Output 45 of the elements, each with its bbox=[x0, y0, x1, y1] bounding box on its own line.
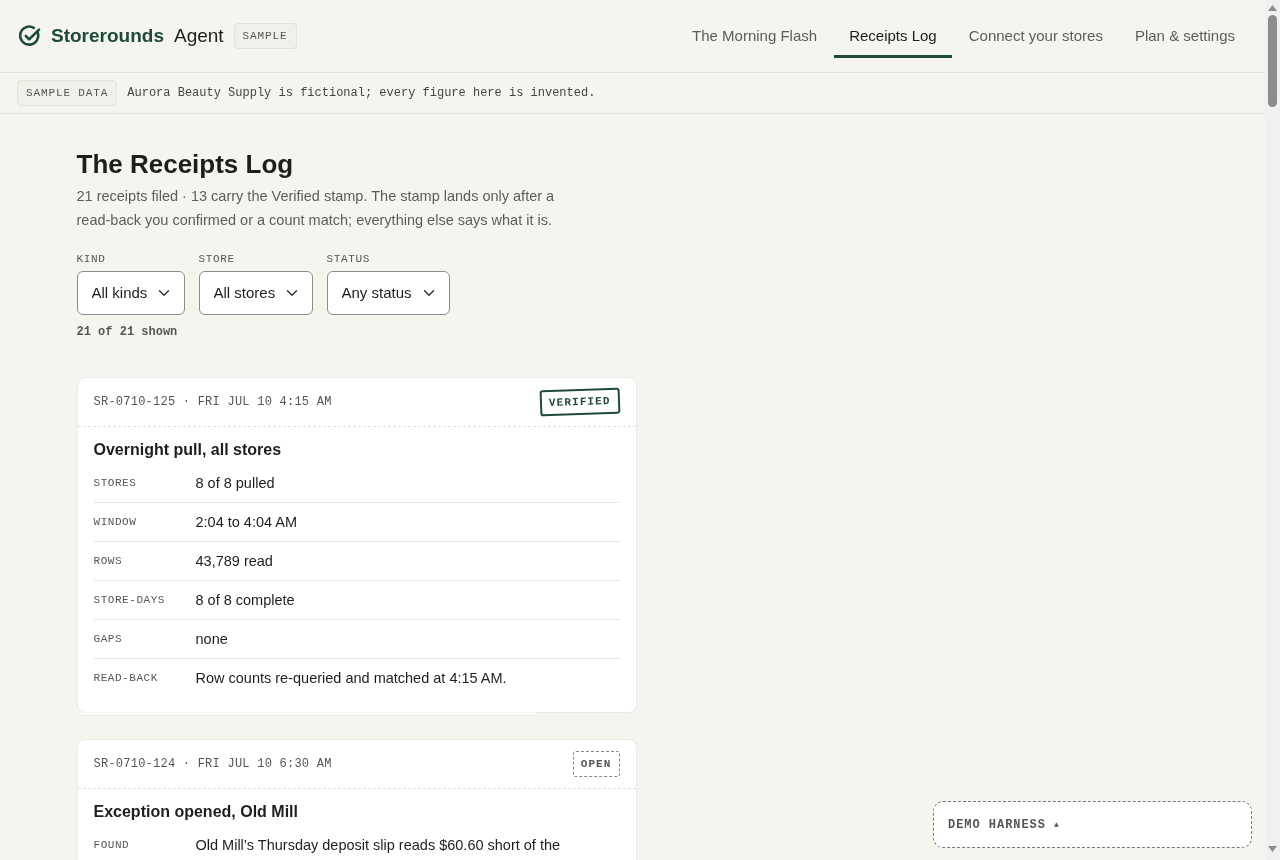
receipt-title: Overnight pull, all stores bbox=[93, 440, 283, 460]
field-value: 8 of 8 pulled bbox=[195, 473, 275, 493]
field-value: 43,789 read bbox=[195, 551, 273, 571]
field-label: GAPS bbox=[93, 631, 124, 647]
field-label: WINDOW bbox=[93, 514, 138, 530]
filter-dropdown[interactable]: All kinds bbox=[76, 271, 185, 315]
page-subtitle: 21 receipts filed · 13 carry the Verified stamp. The stamp lands only after a read-back you confirmed or a count match; everything else says what it is. bbox=[76, 187, 556, 230]
field-value: 8 of 8 complete bbox=[195, 590, 295, 610]
demo-harness-toggle[interactable]: DEMO HARNESS ▲ bbox=[933, 801, 1252, 848]
sample-data-tag: SAMPLE DATA bbox=[17, 80, 118, 106]
sample-tag: SAMPLE bbox=[233, 23, 297, 49]
filter-label: KIND bbox=[76, 252, 107, 266]
scrollbar-thumb[interactable] bbox=[1268, 15, 1277, 107]
nav-tab[interactable]: Receipts Log bbox=[834, 14, 952, 58]
field-value: Row counts re-queried and matched at 4:15 AM. bbox=[195, 668, 507, 688]
field-value: Old Mill’s Thursday deposit slip reads $60.60 short of the bbox=[195, 835, 561, 855]
filter-label: STATUS bbox=[326, 252, 372, 266]
product-name: Agent bbox=[173, 23, 224, 48]
brand-name: Storerounds bbox=[51, 23, 164, 48]
caret-icon: ▲ bbox=[1053, 818, 1060, 831]
page-title: The Receipts Log bbox=[76, 148, 295, 180]
field-label: READ-BACK bbox=[93, 670, 159, 686]
scroll-up-arrow-icon[interactable] bbox=[1268, 5, 1277, 11]
notice-text: Aurora Beauty Supply is fictional; every figure here is invented. bbox=[127, 85, 596, 102]
field-label: FOUND bbox=[93, 837, 131, 853]
verified-stamp: VERIFIED bbox=[539, 387, 620, 417]
filter-dropdown[interactable]: Any status bbox=[326, 271, 450, 315]
nav-tab[interactable]: The Morning Flash bbox=[677, 14, 833, 58]
scrollbar[interactable] bbox=[1265, 0, 1280, 860]
field-label: STORES bbox=[93, 475, 138, 491]
field-value: 2:04 to 4:04 AM bbox=[195, 512, 298, 532]
nav-tab[interactable]: Plan & settings bbox=[1119, 14, 1250, 58]
receipt-id-time: SR-0710-124 · FRI JUL 10 6:30 AM bbox=[93, 756, 332, 773]
status-stamp: OPEN bbox=[572, 751, 620, 777]
field-label: ROWS bbox=[93, 553, 124, 569]
nav-tab[interactable]: Connect your stores bbox=[953, 14, 1118, 58]
receipt-id-time: SR-0710-125 · FRI JUL 10 4:15 AM bbox=[93, 394, 332, 411]
field-label: STORE-DAYS bbox=[93, 592, 166, 608]
field-value: none bbox=[195, 629, 228, 649]
check-circle-icon bbox=[19, 25, 41, 47]
scroll-down-arrow-icon[interactable] bbox=[1268, 846, 1277, 852]
result-count: 21 of 21 shown bbox=[76, 324, 179, 340]
filter-label: STORE bbox=[198, 252, 236, 266]
receipt-title: Exception opened, Old Mill bbox=[93, 802, 299, 822]
filter-dropdown[interactable]: All stores bbox=[198, 271, 313, 315]
